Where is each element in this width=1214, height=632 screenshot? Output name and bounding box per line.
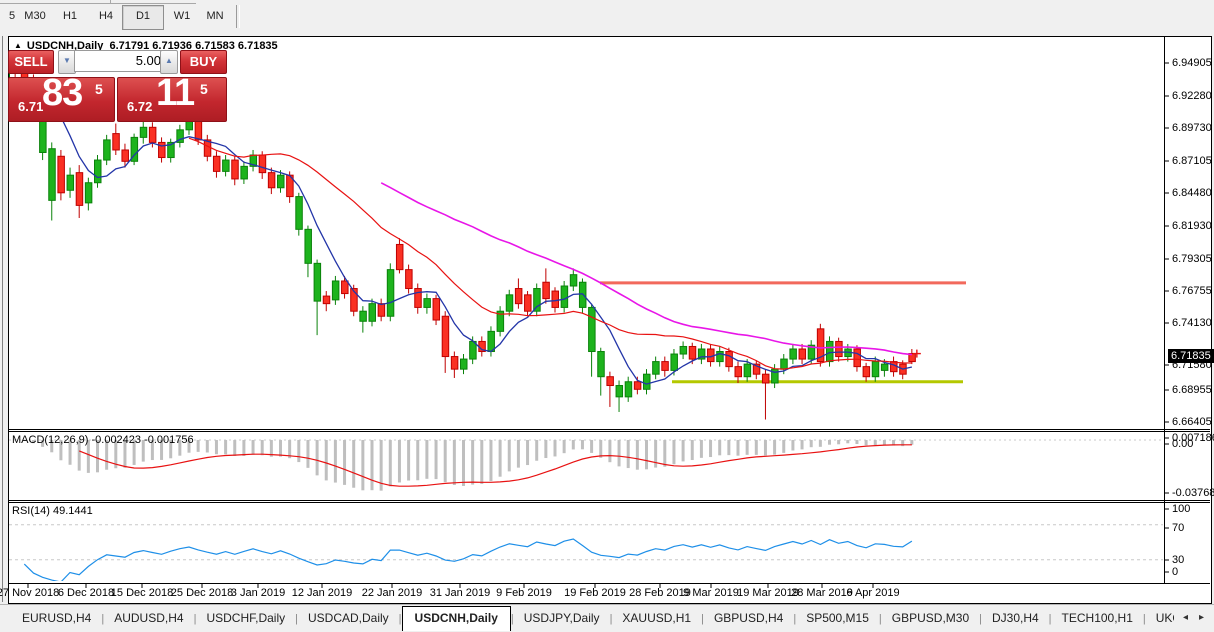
timeframe-button-h1[interactable]: H1	[52, 5, 88, 28]
date-axis-label: 19 Feb 2019	[564, 587, 626, 599]
sell-price-box[interactable]: 6.71 83 5	[8, 77, 115, 122]
macd-values: -0.002423 -0.001756	[91, 434, 193, 446]
spinner-up-icon: ▲	[165, 56, 173, 65]
chart-tab-gbpusd-h4[interactable]: GBPUSD,H4	[704, 607, 793, 630]
sell-price-big: 83	[42, 72, 82, 115]
chart-tabs: EURUSD,H4|AUDUSD,H4|USDCHF,Daily|USDCAD,…	[12, 606, 1174, 631]
timeframe-button-m30[interactable]: M30	[14, 5, 56, 28]
price-axis-label: 6.94905	[1172, 57, 1212, 69]
date-axis-label: 9 Feb 2019	[496, 587, 552, 599]
rsi-axis-label: 70	[1172, 522, 1184, 534]
date-axis-label: 31 Jan 2019	[430, 587, 491, 599]
macd-axis-label: -0.037688	[1172, 487, 1214, 499]
macd-axis-label: 0.00	[1172, 438, 1193, 450]
rsi-label: RSI(14) 49.1441	[12, 505, 93, 517]
macd-name: MACD(12,26,9)	[12, 434, 88, 446]
date-axis-label: 27 Nov 2018	[0, 587, 59, 599]
date-axis-label: 12 Jan 2019	[292, 587, 353, 599]
toolbar-separator	[236, 5, 240, 28]
trading-app-window: 5M30H1H4D1W1MN ▲USDCNH,Daily 6.71791 6.7…	[0, 0, 1214, 632]
date-axis-label: 6 Apr 2019	[846, 587, 899, 599]
price-axis-label: 6.84480	[1172, 187, 1212, 199]
toolbar-edge-tick	[110, 0, 111, 3]
buy-price-sup: 5	[200, 81, 208, 97]
chart-tab-eurusd-h4[interactable]: EURUSD,H4	[12, 607, 101, 630]
price-axis-label: 6.74130	[1172, 317, 1212, 329]
buy-price-box[interactable]: 6.72 11 5	[117, 77, 227, 122]
price-axis-label: 6.92280	[1172, 90, 1212, 102]
window-splitter[interactable]	[2, 36, 3, 602]
timeframe-button-d1[interactable]: D1	[122, 5, 164, 30]
chart-tab-bar: EURUSD,H4|AUDUSD,H4|USDCHF,Daily|USDCAD,…	[0, 604, 1214, 632]
timeframe-button-h4[interactable]: H4	[88, 5, 124, 28]
panel-splitter-top[interactable]	[8, 429, 1210, 430]
chart-tab-usdchf-daily[interactable]: USDCHF,Daily	[196, 607, 295, 630]
timeframe-button-mn[interactable]: MN	[196, 5, 234, 28]
chart-tab-dj30-h4[interactable]: DJ30,H4	[982, 607, 1049, 630]
date-axis-label: 28 Mar 2019	[791, 587, 853, 599]
volume-increase-button[interactable]: ▲	[160, 50, 178, 74]
chart-tab-xauusd-h1[interactable]: XAUUSD,H1	[612, 607, 701, 630]
date-axis-line	[8, 583, 1210, 584]
spinner-down-icon: ▼	[63, 56, 71, 65]
rsi-axis-label: 100	[1172, 503, 1190, 515]
buy-price-big: 11	[156, 72, 194, 115]
tabs-scroll-left-icon[interactable]: ◂	[1183, 612, 1188, 623]
date-axis-label: 15 Dec 2018	[111, 587, 173, 599]
date-axis-label: 9 Mar 2019	[683, 587, 739, 599]
sell-price-prefix: 6.71	[18, 99, 43, 114]
chart-tab-ukoil-h[interactable]: UKOil,H	[1146, 607, 1174, 630]
chart-tab-audusd-h4[interactable]: AUDUSD,H4	[104, 607, 193, 630]
price-axis-label: 6.89730	[1172, 122, 1212, 134]
rsi-axis-label: 30	[1172, 554, 1184, 566]
price-axis-border	[1164, 37, 1165, 583]
date-axis-label: 25 Dec 2018	[171, 587, 233, 599]
chart-tab-usdjpy-daily[interactable]: USDJPY,Daily	[514, 607, 610, 630]
rsi-value: 49.1441	[53, 505, 93, 517]
date-axis-label: 3 Jan 2019	[231, 587, 285, 599]
panel-splitter-top2[interactable]	[8, 431, 1210, 432]
buy-button[interactable]: BUY	[180, 50, 227, 74]
rsi-name: RSI(14)	[12, 505, 50, 517]
sell-button[interactable]: SELL	[8, 50, 54, 74]
price-axis-label: 6.87105	[1172, 155, 1212, 167]
macd-label: MACD(12,26,9) -0.002423 -0.001756	[12, 434, 194, 446]
price-axis-label: 6.68955	[1172, 384, 1212, 396]
panel-splitter-mid[interactable]	[8, 500, 1210, 501]
chart-tab-gbpusd-m30[interactable]: GBPUSD,M30	[882, 607, 979, 630]
volume-input[interactable]: 5.00	[74, 50, 166, 72]
collapse-chart-icon[interactable]: ▲	[14, 41, 22, 50]
date-axis-label: 22 Jan 2019	[362, 587, 423, 599]
price-axis-label: 6.79305	[1172, 253, 1212, 265]
panel-splitter-mid2[interactable]	[8, 502, 1210, 503]
current-price-badge: 6.71835	[1168, 349, 1214, 363]
date-axis-label: 28 Feb 2019	[629, 587, 691, 599]
buy-price-prefix: 6.72	[127, 99, 152, 114]
date-axis-label: 19 Mar 2019	[737, 587, 799, 599]
date-axis-label: 6 Dec 2018	[58, 587, 114, 599]
chart-tab-usdcad-daily[interactable]: USDCAD,Daily	[298, 607, 399, 630]
price-axis-label: 6.66405	[1172, 416, 1212, 428]
toolbar-edge-line	[0, 3, 196, 4]
price-axis-label: 6.76755	[1172, 285, 1212, 297]
timeframe-button-w1[interactable]: W1	[164, 5, 200, 28]
price-axis-label: 6.81930	[1172, 220, 1212, 232]
chart-tab-usdcnh-daily[interactable]: USDCNH,Daily	[402, 606, 511, 631]
timeframe-toolbar: 5M30H1H4D1W1MN	[0, 0, 1214, 33]
chart-tab-tech100-h1[interactable]: TECH100,H1	[1052, 607, 1143, 630]
sell-price-sup: 5	[95, 81, 103, 97]
tabs-scroll-right-icon[interactable]: ▸	[1199, 612, 1204, 623]
chart-tab-sp500-m15[interactable]: SP500,M15	[796, 607, 879, 630]
rsi-axis-label: 0	[1172, 566, 1178, 578]
